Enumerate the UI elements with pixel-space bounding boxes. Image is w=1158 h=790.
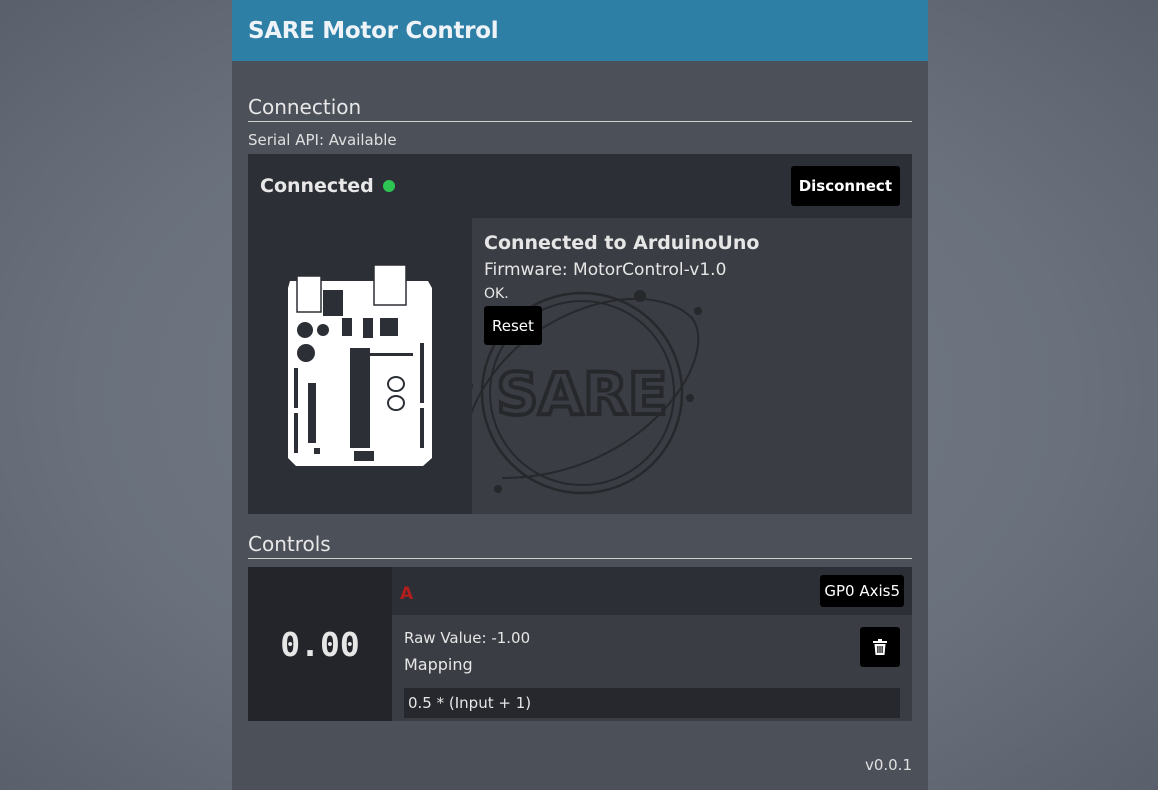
raw-value: Raw Value: -1.00 <box>404 629 531 647</box>
control-value-display: 0.00 <box>248 567 392 721</box>
mapping-label: Mapping <box>404 655 473 674</box>
control-label: A <box>400 583 414 604</box>
control-body: Raw Value: -1.00 Mapping <box>392 615 912 718</box>
connection-header: Connected Disconnect <box>248 154 912 218</box>
app-version: v0.0.1 <box>864 756 912 774</box>
control-card: 0.00 A GP0 Axis5 Raw Value: -1.00 Mappin… <box>248 567 912 721</box>
connection-section-title: Connection <box>248 95 912 122</box>
connection-status: Connected <box>260 175 395 197</box>
firmware-version: Firmware: MotorControl-v1.0 <box>484 260 727 280</box>
reset-button[interactable]: Reset <box>484 306 542 345</box>
input-source-button[interactable]: GP0 Axis5 <box>820 575 904 607</box>
app-title: SARE Motor Control <box>248 17 499 44</box>
board-image-area <box>248 218 472 514</box>
serial-api-status: Serial API: Available <box>248 131 397 149</box>
main-content: Connection Serial API: Available Connect… <box>232 95 928 721</box>
arduino-uno-board-icon <box>288 264 432 466</box>
trash-icon <box>873 639 887 655</box>
control-header: A GP0 Axis5 <box>392 567 912 615</box>
device-info: SARE Connected to ArduinoUno Firmware: M… <box>472 218 912 514</box>
controls-section-title: Controls <box>248 532 912 559</box>
status-indicator-icon <box>382 180 395 192</box>
delete-control-button[interactable] <box>860 627 900 667</box>
connection-body: SARE Connected to ArduinoUno Firmware: M… <box>248 218 912 514</box>
device-status: OK. <box>484 286 509 302</box>
sare-logo-text: SARE <box>497 360 668 428</box>
mapping-expression-input[interactable] <box>404 688 900 718</box>
disconnect-button[interactable]: Disconnect <box>790 166 900 206</box>
control-details: A GP0 Axis5 Raw Value: -1.00 Mapping <box>392 567 912 721</box>
connection-panel: Connected Disconnect SARE Connected to A… <box>248 154 912 514</box>
device-title: Connected to ArduinoUno <box>484 232 760 254</box>
app-window: SARE Motor Control Connection Serial API… <box>232 0 928 790</box>
connection-status-label: Connected <box>260 175 374 197</box>
top-bar: SARE Motor Control <box>232 0 928 61</box>
